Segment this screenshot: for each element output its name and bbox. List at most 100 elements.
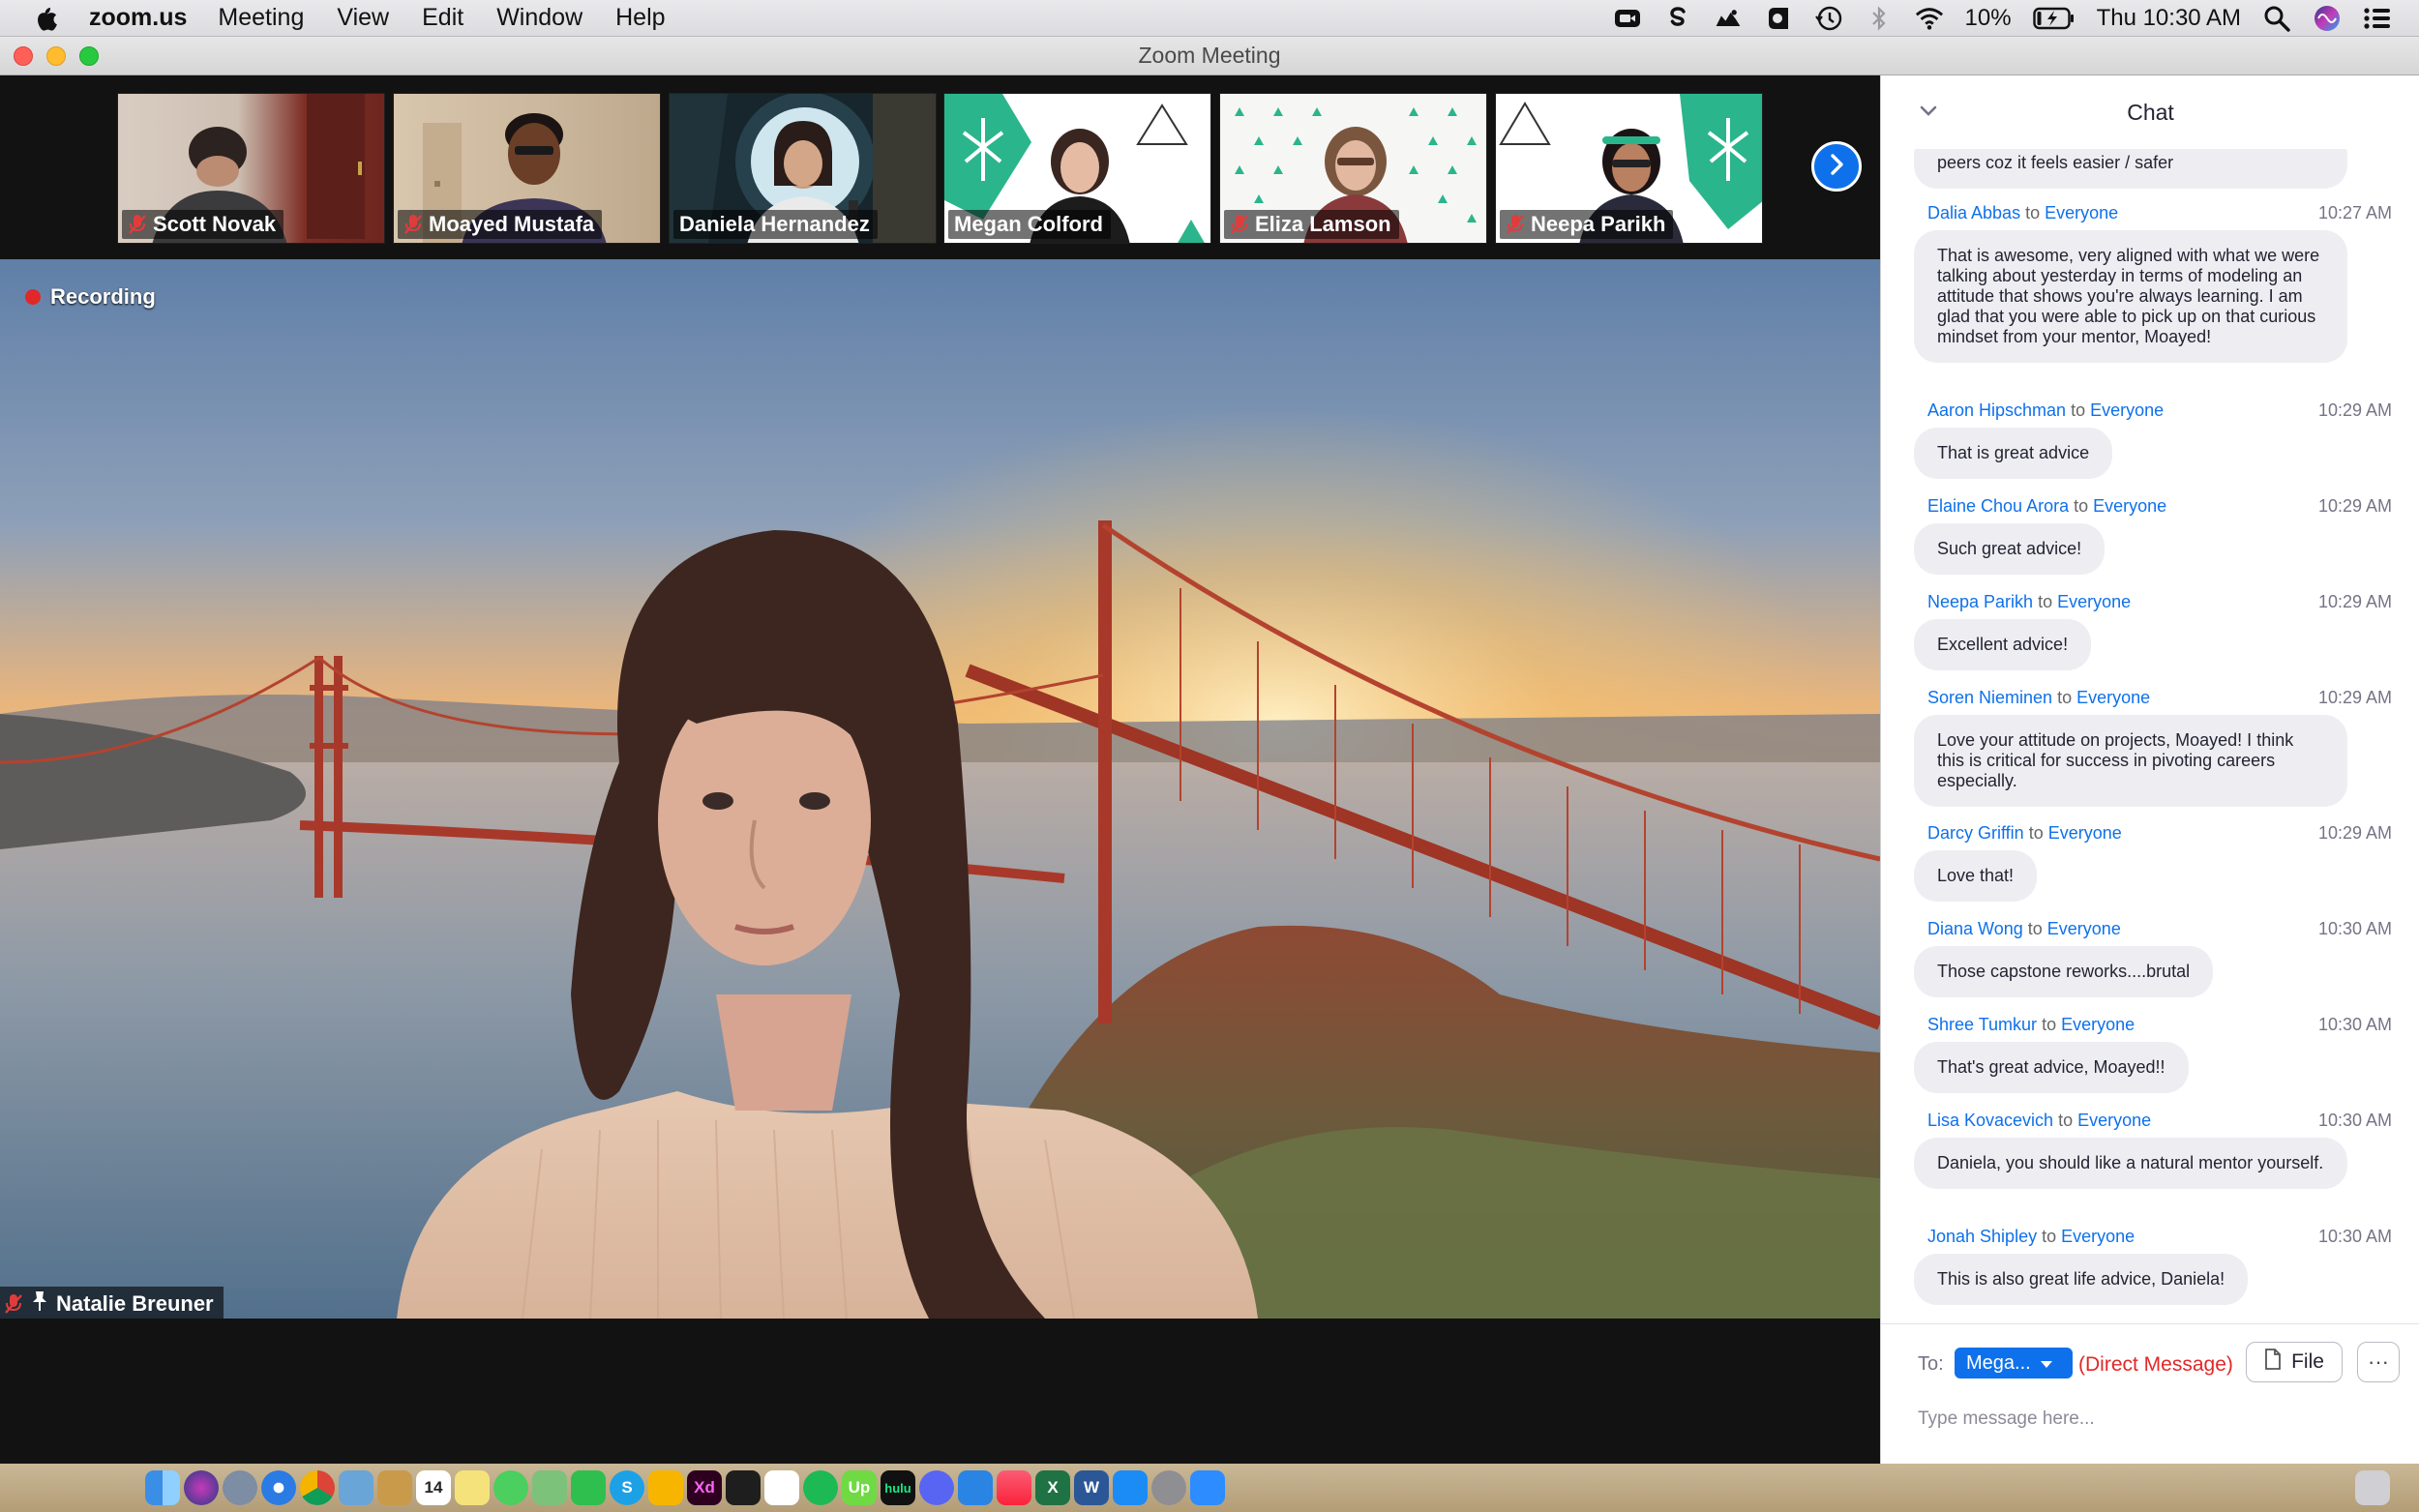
recipient-dropdown[interactable]: Mega... — [1955, 1348, 2073, 1379]
finder-icon[interactable] — [145, 1470, 180, 1505]
bluetooth-icon[interactable] — [1865, 4, 1894, 33]
chrome-icon[interactable] — [300, 1470, 335, 1505]
excel-icon[interactable]: X — [1035, 1470, 1070, 1505]
more-options-button[interactable]: ··· — [2357, 1342, 2400, 1382]
send-file-button[interactable]: File — [2246, 1342, 2343, 1382]
system-preferences-icon[interactable] — [1151, 1470, 1186, 1505]
search-icon[interactable] — [2262, 4, 2291, 33]
zoom-icon[interactable] — [1190, 1470, 1225, 1505]
app-menu-zoom[interactable]: zoom.us — [89, 4, 187, 32]
preview-icon[interactable] — [339, 1470, 373, 1505]
participant-tile-daniela-hernandez[interactable]: Daniela Hernandez — [669, 93, 937, 244]
participant-name: Daniela Hernandez — [679, 212, 870, 236]
battery-charging-icon[interactable] — [2032, 4, 2076, 33]
wifi-icon[interactable] — [1915, 4, 1944, 33]
message-recipient: Everyone — [2057, 592, 2132, 611]
message-sender[interactable]: Lisa Kovacevich — [1927, 1111, 2053, 1130]
menu-view[interactable]: View — [337, 4, 389, 32]
messages-icon[interactable] — [493, 1470, 528, 1505]
chevron-down-icon[interactable] — [1918, 101, 1939, 122]
message-text: peers coz it feels easier / safer — [1937, 153, 2174, 172]
message-sender[interactable]: Darcy Griffin — [1927, 823, 2024, 843]
message-time: 10:30 AM — [2317, 1111, 2392, 1130]
upwork-icon[interactable]: Up — [842, 1470, 877, 1505]
sketch-icon[interactable] — [648, 1470, 683, 1505]
chat-message-input[interactable] — [1918, 1402, 2382, 1437]
time-machine-icon[interactable] — [1814, 4, 1843, 33]
xd-icon[interactable]: Xd — [687, 1470, 722, 1505]
to-word: to — [2071, 400, 2086, 420]
message-sender[interactable]: Soren Nieminen — [1927, 688, 2052, 707]
message-recipient: Everyone — [2061, 1015, 2135, 1034]
apple-menu-icon[interactable] — [33, 4, 62, 33]
spotify-icon[interactable] — [803, 1470, 838, 1505]
message-sender[interactable]: Neepa Parikh — [1927, 592, 2033, 611]
message-time: 10:29 AM — [2317, 400, 2392, 420]
control-center-icon[interactable] — [2363, 4, 2392, 33]
stickies-icon[interactable] — [455, 1470, 490, 1505]
hulu-icon[interactable]: hulu — [881, 1470, 915, 1505]
menu-meeting[interactable]: Meeting — [218, 4, 304, 32]
close-window-button[interactable] — [14, 46, 33, 66]
skype-icon[interactable]: S — [610, 1470, 644, 1505]
facetime-icon[interactable] — [571, 1470, 606, 1505]
chat-message-list[interactable]: peers coz it feels easier / safer Dalia … — [1881, 149, 2419, 1395]
word-icon[interactable]: W — [1074, 1470, 1109, 1505]
recording-indicator[interactable]: Recording — [25, 284, 156, 310]
safari-icon[interactable] — [261, 1470, 296, 1505]
chat-message-header: Soren Nieminen to Everyone — [1927, 688, 2150, 708]
skype-icon[interactable] — [1663, 4, 1692, 33]
siri-icon[interactable] — [2313, 4, 2342, 33]
chat-message-header: Diana Wong to Everyone — [1927, 919, 2121, 939]
app-store-icon[interactable] — [1113, 1470, 1148, 1505]
calendar-icon[interactable]: 14 — [416, 1470, 451, 1505]
slack-icon[interactable] — [764, 1470, 799, 1505]
file-icon — [2264, 1349, 2282, 1376]
to-word: to — [2027, 919, 2043, 938]
message-sender[interactable]: Shree Tumkur — [1927, 1015, 2037, 1034]
participant-tile-scott-novak[interactable]: Scott Novak — [117, 93, 385, 244]
zoom-window-button[interactable] — [79, 46, 99, 66]
chat-message-bubble: Love your attitude on projects, Moayed! … — [1914, 715, 2347, 807]
minimize-window-button[interactable] — [46, 46, 66, 66]
chat-message-header: Dalia Abbas to Everyone — [1927, 203, 2118, 223]
video-letterbox — [0, 1319, 1880, 1464]
to-word: to — [2025, 203, 2041, 222]
figma-icon[interactable] — [726, 1470, 761, 1505]
message-time: 10:30 AM — [2317, 1227, 2392, 1246]
notes-icon[interactable] — [377, 1470, 412, 1505]
menu-window[interactable]: Window — [496, 4, 582, 32]
chat-message-bubble: peers coz it feels easier / safer — [1914, 149, 2347, 189]
participant-tile-neepa-parikh[interactable]: Neepa Parikh — [1495, 93, 1763, 244]
keynote-icon[interactable] — [958, 1470, 993, 1505]
message-recipient: Everyone — [2076, 688, 2151, 707]
menu-clock[interactable]: Thu 10:30 AM — [2097, 5, 2241, 32]
creative-cloud-icon[interactable] — [1764, 4, 1793, 33]
launchpad-icon[interactable] — [223, 1470, 257, 1505]
siri-icon[interactable] — [184, 1470, 219, 1505]
message-sender[interactable]: Aaron Hipschman — [1927, 400, 2066, 420]
maps-icon[interactable] — [532, 1470, 567, 1505]
cloud-icon[interactable] — [1714, 4, 1743, 33]
status-area: 10% Thu 10:30 AM — [1613, 4, 2392, 33]
message-sender[interactable]: Diana Wong — [1927, 919, 2023, 938]
message-sender[interactable]: Elaine Chou Arora — [1927, 496, 2069, 516]
active-speaker-video[interactable]: Recording Natalie Breuner — [0, 259, 1880, 1319]
participant-tile-megan-colford[interactable]: Megan Colford — [943, 93, 1211, 244]
menu-help[interactable]: Help — [615, 4, 665, 32]
message-text: That is awesome, very aligned with what … — [1937, 246, 2320, 346]
music-icon[interactable] — [997, 1470, 1031, 1505]
video-camera-icon[interactable] — [1613, 4, 1642, 33]
message-time: 10:29 AM — [2317, 496, 2392, 516]
message-sender[interactable]: Dalia Abbas — [1927, 203, 2020, 222]
trash-icon[interactable] — [2355, 1470, 2390, 1505]
message-text: This is also great life advice, Daniela! — [1937, 1269, 2225, 1289]
discord-icon[interactable] — [919, 1470, 954, 1505]
participant-name: Neepa Parikh — [1531, 212, 1666, 236]
to-word: to — [2058, 1111, 2074, 1130]
participant-tile-moayed-mustafa[interactable]: Moayed Mustafa — [393, 93, 661, 244]
menu-edit[interactable]: Edit — [422, 4, 463, 32]
gallery-next-page-button[interactable] — [1811, 141, 1862, 192]
participant-tile-eliza-lamson[interactable]: Eliza Lamson — [1219, 93, 1487, 244]
message-sender[interactable]: Jonah Shipley — [1927, 1227, 2037, 1246]
